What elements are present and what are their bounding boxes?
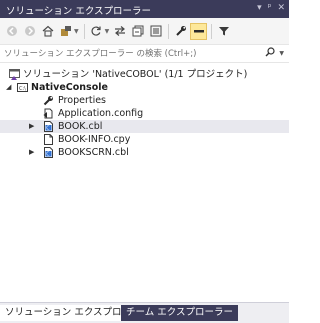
tree-row-bookscrn-cbl[interactable]: ▶ C BOOKSCRN.cbl bbox=[0, 146, 289, 159]
item-label: BOOK-INFO.cpy bbox=[58, 134, 131, 145]
filter-icon bbox=[218, 27, 229, 36]
wrench-icon bbox=[43, 96, 53, 106]
cobol-file-icon: C bbox=[44, 147, 53, 158]
preview-selected-items-button[interactable] bbox=[190, 22, 208, 40]
show-all-files-button[interactable] bbox=[147, 23, 164, 40]
expand-arrow-icon[interactable]: ▶ bbox=[29, 146, 34, 159]
search-box: ▼ bbox=[0, 45, 289, 63]
wrench-icon bbox=[176, 26, 186, 36]
toolbar-separator bbox=[168, 23, 170, 39]
tree-row-application-config[interactable]: Application.config bbox=[0, 107, 289, 120]
title-controls: ▾ ᵖ ✕ bbox=[257, 3, 285, 13]
show-all-files-icon bbox=[150, 25, 162, 37]
properties-button[interactable] bbox=[172, 23, 189, 40]
home-icon bbox=[42, 25, 53, 37]
search-icon[interactable] bbox=[265, 47, 275, 60]
console-project-icon: C:\ bbox=[17, 83, 28, 92]
tree-row-properties[interactable]: Properties bbox=[0, 94, 289, 107]
project-label: NativeConsole bbox=[31, 82, 108, 93]
pending-changes-icon bbox=[91, 26, 101, 36]
window-title: ソリューション エクスプローラー bbox=[6, 6, 152, 17]
expand-arrow-icon[interactable]: ▶ bbox=[29, 120, 34, 133]
pending-changes-filter-button[interactable] bbox=[88, 23, 105, 40]
window-position-dropdown-icon[interactable]: ▾ bbox=[257, 3, 262, 13]
item-label: BOOK.cbl bbox=[58, 121, 103, 132]
tree-row-project[interactable]: ◢ C:\ NativeConsole bbox=[0, 81, 289, 94]
filter-button[interactable] bbox=[215, 23, 232, 40]
solution-explorer-window: ソリューション エクスプローラー ▾ ᵖ ✕ ▼ ▼ ソリューション エクスプロ… bbox=[0, 0, 289, 323]
solution-icon bbox=[9, 69, 20, 80]
forward-button[interactable] bbox=[21, 23, 38, 40]
toolbar-separator bbox=[83, 23, 85, 39]
sync-icon bbox=[114, 26, 125, 36]
switch-views-button[interactable] bbox=[57, 23, 74, 40]
toolbar-separator bbox=[211, 23, 213, 39]
toolbar: ▼ ▼ bbox=[0, 18, 289, 45]
solution-tree: ソリューション 'NativeCOBOL' (1/1 プロジェクト) ◢ C:\… bbox=[0, 63, 289, 301]
config-icon bbox=[43, 108, 53, 119]
bottom-tab-strip: ソリューション エクスプローラー チーム エクスプローラー bbox=[0, 302, 289, 323]
pin-icon[interactable]: ᵖ bbox=[268, 3, 272, 13]
item-label: BOOKSCRN.cbl bbox=[58, 147, 129, 158]
file-icon bbox=[44, 134, 53, 145]
sync-with-active-document-button[interactable] bbox=[111, 23, 128, 40]
title-bar: ソリューション エクスプローラー ▾ ᵖ ✕ bbox=[0, 0, 289, 18]
item-label: Properties bbox=[58, 95, 107, 106]
tree-row-solution[interactable]: ソリューション 'NativeCOBOL' (1/1 プロジェクト) bbox=[0, 68, 289, 81]
back-button[interactable] bbox=[3, 23, 20, 40]
close-icon[interactable]: ✕ bbox=[277, 3, 285, 13]
svg-text:C:\: C:\ bbox=[19, 86, 26, 92]
solution-label: ソリューション 'NativeCOBOL' (1/1 プロジェクト) bbox=[23, 69, 248, 80]
collapse-all-button[interactable] bbox=[129, 23, 146, 40]
tree-row-book-cbl[interactable]: ▶ C BOOK.cbl bbox=[0, 120, 289, 133]
tab-team-explorer[interactable]: チーム エクスプローラー bbox=[121, 305, 238, 321]
switch-views-dropdown-icon[interactable]: ▼ bbox=[74, 28, 79, 35]
preview-icon bbox=[193, 30, 204, 33]
collapse-arrow-icon[interactable]: ◢ bbox=[6, 81, 11, 94]
back-icon bbox=[6, 26, 17, 36]
switch-views-icon bbox=[60, 26, 71, 36]
forward-icon bbox=[24, 26, 35, 36]
cobol-file-icon: C bbox=[44, 121, 53, 132]
collapse-all-icon bbox=[132, 25, 144, 37]
item-label: Application.config bbox=[58, 108, 144, 119]
home-button[interactable] bbox=[39, 23, 56, 40]
search-input[interactable] bbox=[2, 46, 268, 61]
tree-row-book-info-cpy[interactable]: BOOK-INFO.cpy bbox=[0, 133, 289, 146]
pending-changes-dropdown-icon[interactable]: ▼ bbox=[105, 28, 110, 35]
search-options-dropdown-icon[interactable]: ▼ bbox=[279, 50, 284, 57]
